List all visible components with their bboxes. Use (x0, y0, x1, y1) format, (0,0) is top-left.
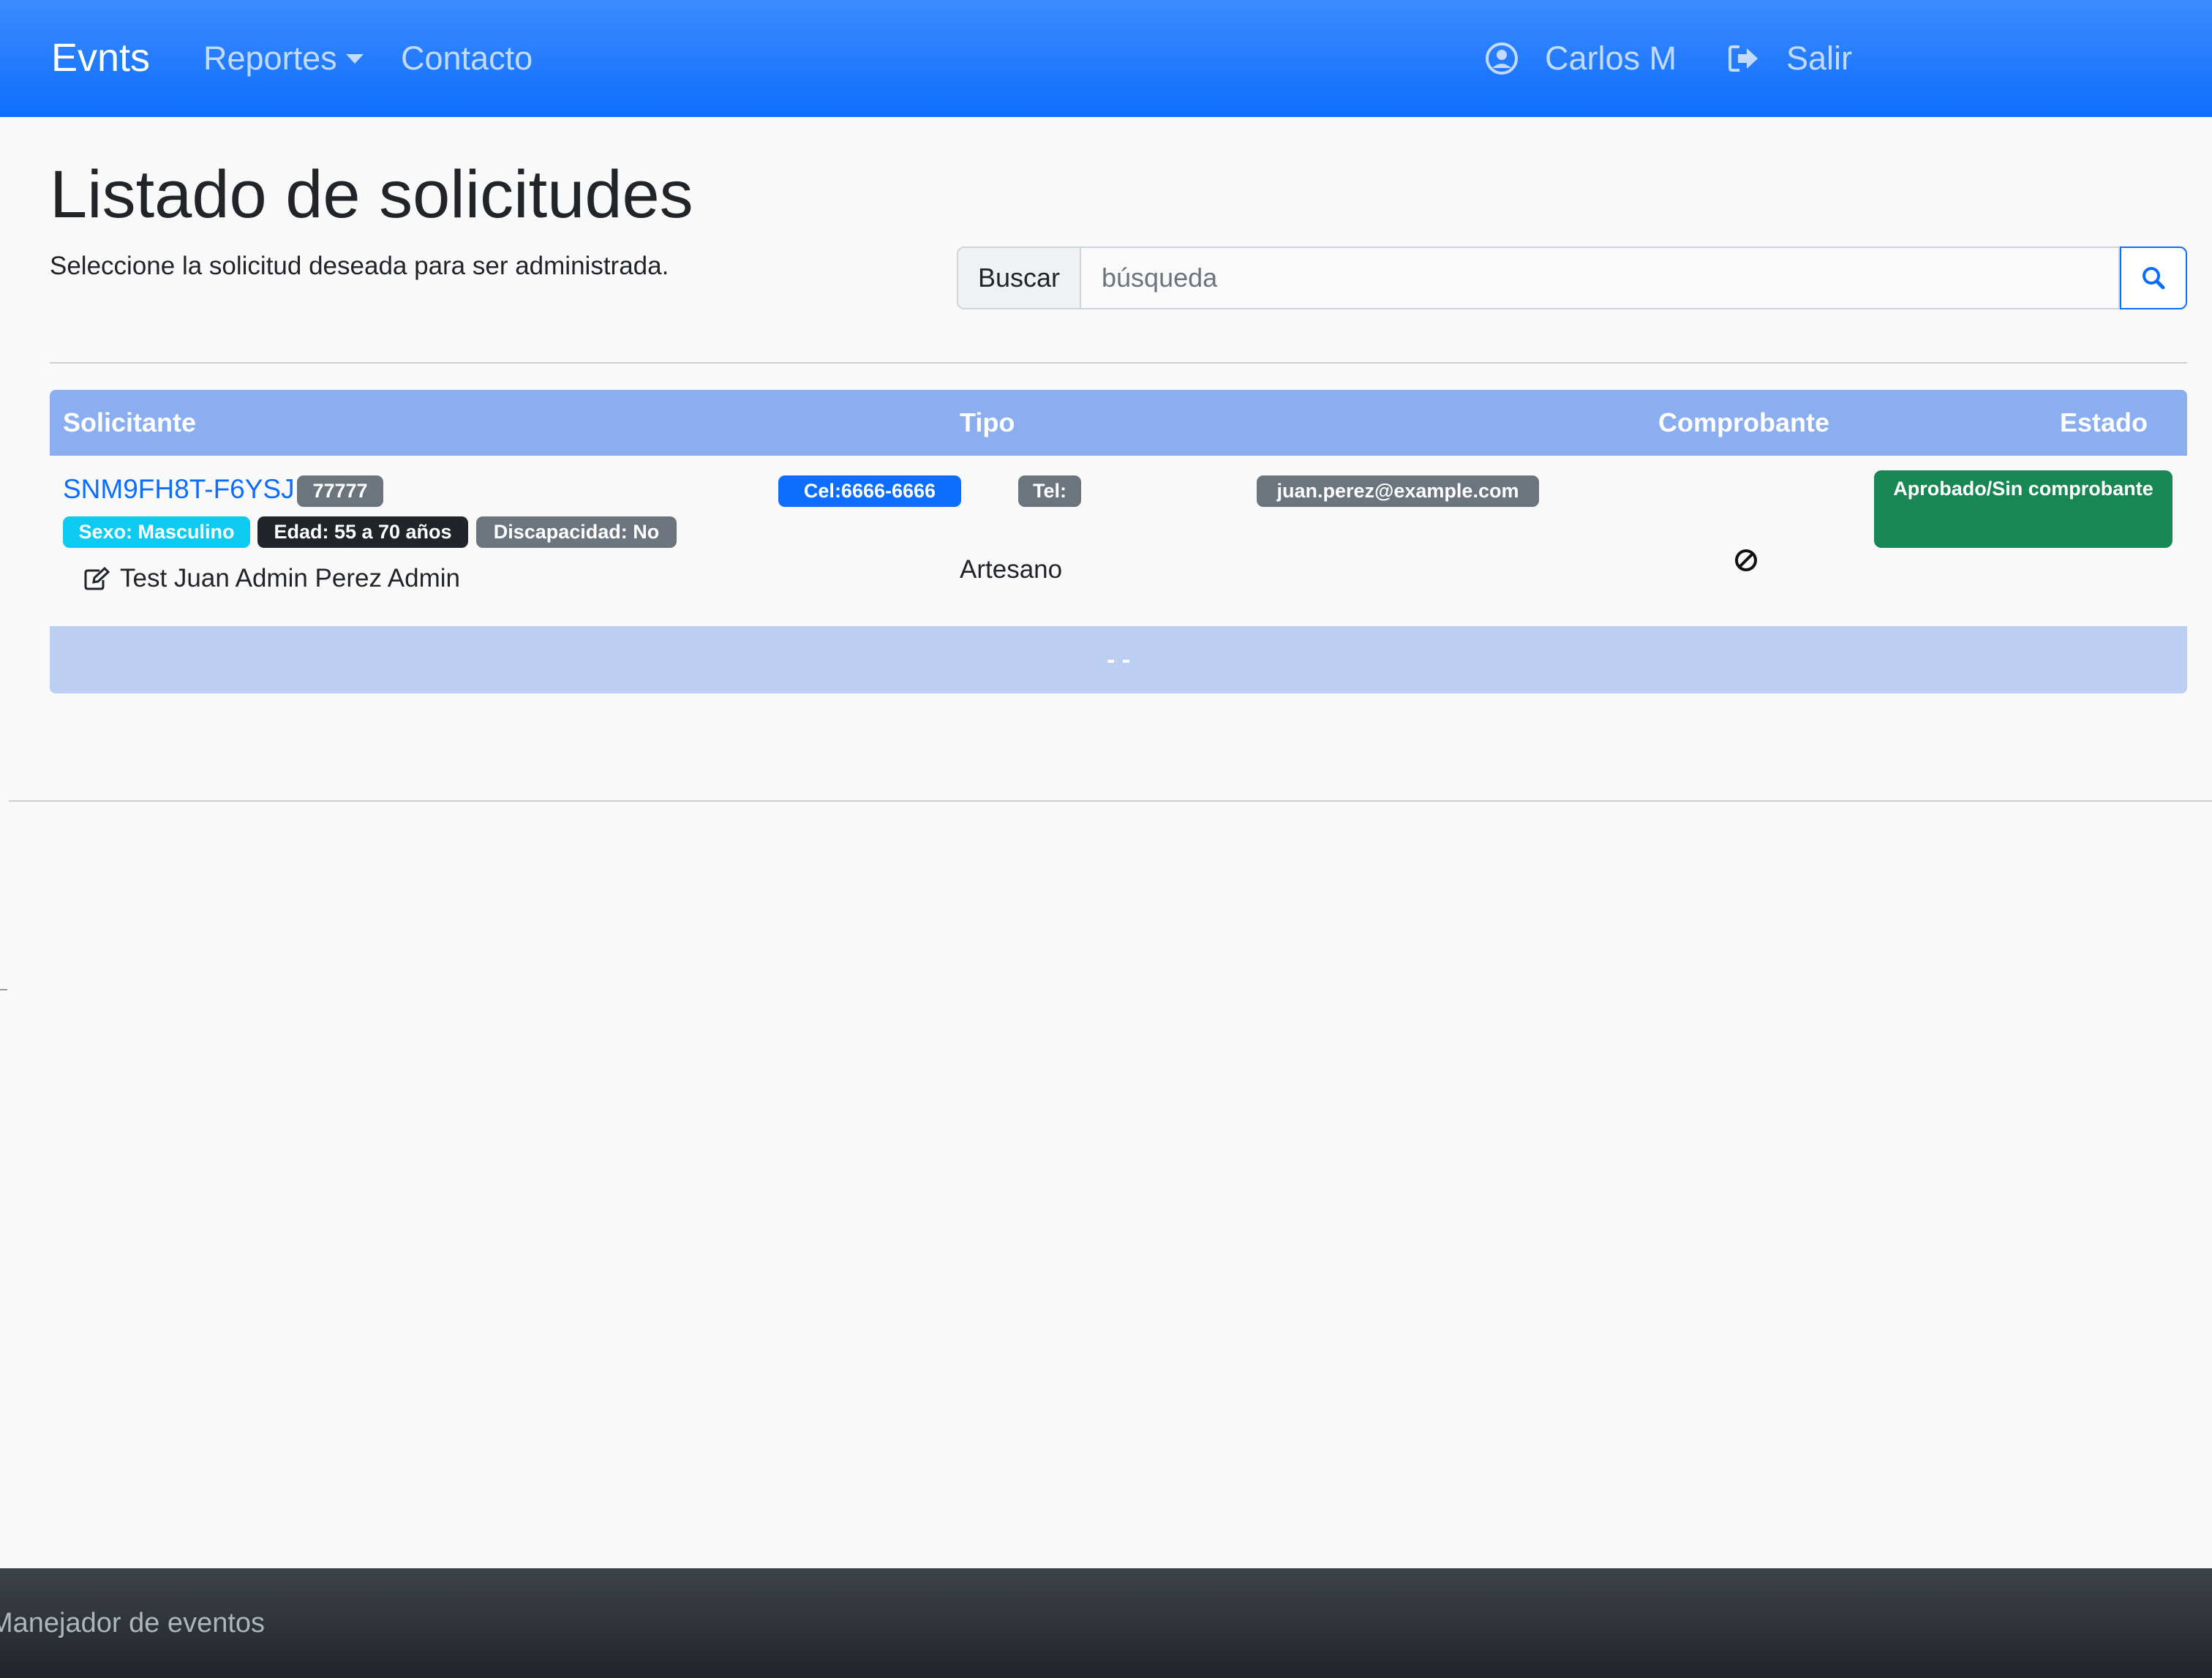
header-estado: Estado (2060, 407, 2148, 437)
divider (9, 800, 2212, 802)
page-footer: Manejador de eventos (0, 1568, 2212, 1678)
search-group: Buscar (957, 247, 2187, 309)
discapacidad-badge: Discapacidad: No (476, 516, 677, 548)
footer-text: Manejador de eventos (0, 1608, 266, 1639)
sign-out-icon (1728, 45, 1758, 72)
caret-down-icon (345, 53, 364, 64)
user-circle-icon (1486, 42, 1518, 75)
header-solicitante: Solicitante (63, 407, 197, 437)
nav-reportes-dropdown[interactable]: Reportes (203, 39, 364, 78)
applicant-name: Test Juan Admin Perez Admin (120, 564, 460, 592)
table-footer: - - (50, 626, 2187, 693)
nav-contacto[interactable]: Contacto (401, 39, 533, 78)
brand-logo[interactable]: Evnts (51, 35, 150, 80)
nav-reportes-label: Reportes (203, 39, 337, 77)
table-row: SNM9FH8T-F6YSJ 77777 Sexo: Masculino Eda… (50, 456, 2187, 625)
estado-badge[interactable]: Aprobado/Sin comprobante (1874, 470, 2172, 548)
sexo-badge: Sexo: Masculino (63, 516, 250, 548)
search-input[interactable] (1081, 247, 2120, 309)
page-title: Listado de solicitudes (50, 157, 693, 232)
search-label: Buscar (957, 247, 1081, 309)
tipo-value: Artesano (960, 555, 1063, 584)
code-badge: 77777 (297, 475, 383, 507)
search-button[interactable] (2120, 247, 2187, 309)
tel-badge: Tel: (1018, 475, 1081, 507)
logout-link[interactable]: Salir (1728, 39, 1852, 78)
cel-badge: Cel:6666-6666 (778, 475, 961, 507)
edge-mark (0, 989, 7, 990)
nav-user[interactable]: Carlos M (1485, 39, 1677, 78)
edit-icon (84, 567, 110, 590)
divider (50, 362, 2187, 364)
table-header: Solicitante Tipo Comprobante Estado (50, 390, 2187, 456)
user-name: Carlos M (1545, 39, 1677, 77)
email-badge: juan.perez@example.com (1257, 475, 1539, 507)
top-navbar: Evnts Reportes Contacto Carlos M Salir (0, 0, 2212, 117)
applicant-name-edit[interactable]: Test Juan Admin Perez Admin (83, 564, 460, 593)
search-icon (2143, 267, 2165, 290)
edad-badge: Edad: 55 a 70 años (257, 516, 468, 548)
folio-link[interactable]: SNM9FH8T-F6YSJ (63, 474, 295, 505)
ban-icon (1735, 549, 1757, 571)
logout-label: Salir (1786, 39, 1853, 77)
header-comprobante: Comprobante (1658, 407, 1829, 437)
page-subtitle: Seleccione la solicitud deseada para ser… (50, 252, 669, 280)
header-tipo: Tipo (960, 407, 1015, 437)
